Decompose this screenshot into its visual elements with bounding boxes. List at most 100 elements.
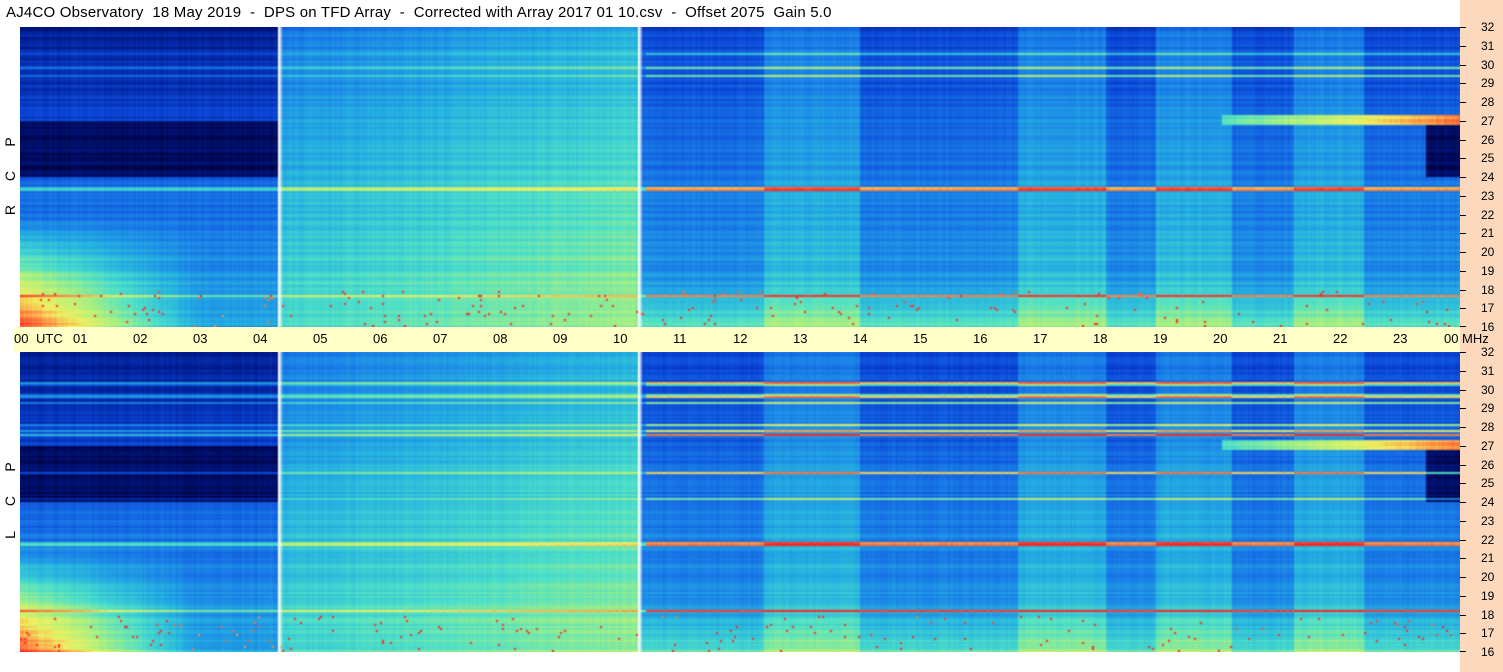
lcp-freq-tick-19 (1460, 595, 1466, 597)
rcp-spectrogram-canvas (20, 27, 1460, 327)
rcp-freq-tick-32 (1460, 27, 1466, 28)
rcp-freq-tick-28 (1460, 102, 1466, 103)
lcp-letter-l: L (2, 531, 18, 539)
time-tick-label-10: 10 (613, 331, 628, 346)
title-bar: AJ4CO Observatory 18 May 2019 - DPS on T… (0, 0, 1460, 26)
rcp-letter-p: P (2, 137, 18, 147)
lcp-freq-tick-16 (1460, 651, 1466, 652)
time-tick-label-11: 11 (673, 331, 687, 346)
time-tick-label-16: 16 (973, 331, 988, 346)
lcp-side-label: P C L (0, 352, 20, 652)
rcp-freq-label-29: 29 (1481, 76, 1495, 91)
rcp-freq-label-22: 22 (1481, 207, 1495, 222)
lcp-freq-tick-18 (1460, 614, 1466, 616)
lcp-frequency-axis: 32 31 30 29 28 27 26 25 24 23 22 21 20 19 18 17 16 (1460, 345, 1503, 659)
rcp-side-label: P C R (0, 27, 20, 327)
time-tick-label-20: 20 (1213, 331, 1228, 346)
time-tick-label-13: 13 (793, 331, 808, 346)
rcp-freq-label-32: 32 (1481, 20, 1495, 34)
time-tick-label-07: 07 (433, 331, 448, 346)
time-tick-label-02: 02 (133, 331, 148, 346)
lcp-freq-label-17: 17 (1481, 626, 1495, 641)
rcp-freq-tick-31 (1460, 45, 1466, 47)
time-tick-label-00: 00 (14, 331, 29, 346)
rcp-letter-r: R (2, 204, 18, 216)
rcp-freq-label-19: 19 (1481, 263, 1495, 278)
lcp-freq-tick-27 (1460, 445, 1466, 447)
lcp-spectrogram-canvas (20, 352, 1460, 652)
lcp-freq-label-21: 21 (1481, 551, 1495, 566)
rcp-freq-tick-27 (1460, 120, 1466, 122)
rcp-freq-label-26: 26 (1481, 132, 1495, 147)
lcp-freq-label-24: 24 (1481, 495, 1495, 509)
lcp-freq-tick-25 (1460, 483, 1466, 485)
lcp-freq-label-26: 26 (1481, 457, 1495, 472)
time-tick-label-09: 09 (553, 331, 568, 346)
rcp-spectrogram (20, 27, 1460, 327)
rcp-letter-c: C (2, 170, 18, 182)
lcp-freq-tick-17 (1460, 633, 1466, 635)
lcp-freq-tick-30 (1460, 389, 1466, 391)
lcp-freq-label-19: 19 (1481, 588, 1495, 603)
rcp-freq-tick-16 (1460, 326, 1466, 327)
time-tick-label-17: 17 (1033, 331, 1048, 346)
lcp-freq-label-32: 32 (1481, 345, 1495, 359)
lcp-spectrogram (20, 352, 1460, 652)
time-tick-label-03: 03 (193, 331, 208, 346)
lcp-freq-label-30: 30 (1481, 382, 1495, 397)
lcp-freq-tick-32 (1460, 352, 1466, 353)
rcp-freq-tick-23 (1460, 195, 1466, 197)
rcp-freq-tick-18 (1460, 289, 1466, 291)
time-tick-label-15: 15 (913, 331, 928, 346)
time-tick-label-04: 04 (253, 331, 268, 346)
rcp-frequency-axis: 32 31 30 29 28 27 26 25 24 23 22 21 20 19 18 17 16 (1460, 20, 1503, 334)
time-tick-label-19: 19 (1153, 331, 1168, 346)
time-tick-label-06: 06 (373, 331, 388, 346)
time-tick-label-21: 21 (1273, 331, 1288, 346)
rcp-freq-label-21: 21 (1481, 226, 1495, 241)
rcp-freq-label-17: 17 (1481, 301, 1495, 316)
lcp-freq-tick-20 (1460, 577, 1466, 578)
rcp-freq-tick-17 (1460, 308, 1466, 310)
lcp-freq-tick-24 (1460, 502, 1466, 503)
lcp-freq-tick-26 (1460, 464, 1466, 466)
rcp-freq-tick-24 (1460, 177, 1466, 178)
utc-time-axis: 00 UTC 01 02 03 04 05 06 07 08 09 10 11 12 13 14 15 16 17 1… (14, 327, 1489, 352)
lcp-freq-label-29: 29 (1481, 401, 1495, 416)
rcp-freq-tick-30 (1460, 64, 1466, 66)
lcp-freq-tick-28 (1460, 427, 1466, 428)
time-tick-label-14: 14 (853, 331, 868, 346)
time-axis-unit-utc: UTC (36, 331, 63, 346)
lcp-freq-label-28: 28 (1481, 420, 1495, 434)
lcp-freq-label-23: 23 (1481, 513, 1495, 528)
lcp-freq-label-18: 18 (1481, 607, 1495, 622)
lcp-letter-p: P (2, 462, 18, 472)
lcp-freq-label-20: 20 (1481, 570, 1495, 584)
rcp-freq-label-23: 23 (1481, 188, 1495, 203)
lcp-freq-tick-31 (1460, 370, 1466, 372)
lcp-freq-tick-22 (1460, 539, 1466, 541)
lcp-freq-label-25: 25 (1481, 476, 1495, 491)
lcp-freq-label-27: 27 (1481, 438, 1495, 453)
rcp-freq-label-25: 25 (1481, 151, 1495, 166)
time-tick-label-18: 18 (1093, 331, 1108, 346)
rcp-freq-label-20: 20 (1481, 245, 1495, 259)
rcp-freq-tick-19 (1460, 270, 1466, 272)
rcp-freq-tick-20 (1460, 252, 1466, 253)
rcp-freq-label-24: 24 (1481, 170, 1495, 184)
rcp-freq-tick-25 (1460, 158, 1466, 160)
time-tick-label-23: 23 (1393, 331, 1408, 346)
lcp-freq-tick-23 (1460, 520, 1466, 522)
chart-title: AJ4CO Observatory 18 May 2019 - DPS on T… (6, 4, 832, 21)
lcp-freq-tick-29 (1460, 408, 1466, 410)
rcp-freq-tick-22 (1460, 214, 1466, 216)
time-tick-label-00-end: 00 (1444, 331, 1459, 346)
rcp-freq-tick-29 (1460, 83, 1466, 85)
lcp-freq-label-16: 16 (1481, 645, 1495, 659)
lcp-letter-c: C (2, 495, 18, 507)
time-tick-label-12: 12 (733, 331, 748, 346)
time-tick-label-22: 22 (1333, 331, 1348, 346)
time-tick-label-08: 08 (493, 331, 508, 346)
rcp-freq-label-31: 31 (1481, 38, 1495, 53)
lcp-freq-label-22: 22 (1481, 532, 1495, 547)
